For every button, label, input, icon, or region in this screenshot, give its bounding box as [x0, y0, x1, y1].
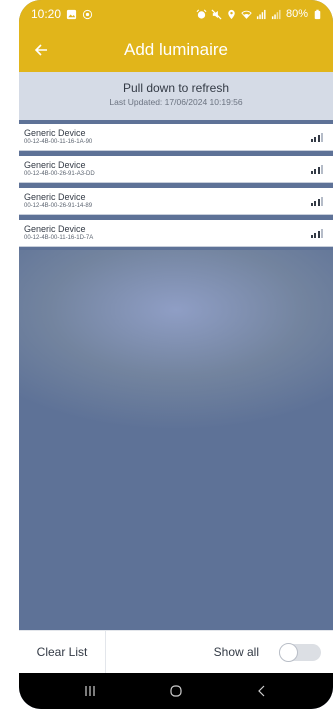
signal-bar: [310, 234, 313, 238]
device-address: 00-12-4B-00-26-91-A3-DD: [24, 171, 95, 177]
gallery-icon: [66, 9, 77, 19]
show-all-toggle[interactable]: [279, 642, 321, 662]
device-text: Generic Device 00-12-4B-00-11-16-1D-7A: [24, 224, 311, 242]
chevron-left-icon: [258, 685, 265, 697]
status-time: 10:20: [31, 7, 62, 21]
signal-strength-icon: [310, 228, 323, 238]
signal-bar: [314, 168, 316, 174]
device-text: Generic Device 00-12-4B-00-26-91-14-89: [24, 192, 311, 210]
signal-bar: [310, 170, 313, 174]
signal-bar: [321, 196, 323, 206]
last-updated-text: Last Updated: 17/06/2024 10:19:56: [109, 97, 243, 107]
signal-strength-icon: [310, 164, 323, 174]
signal-icon: [256, 9, 266, 19]
status-bar: 10:20 80%: [19, 0, 333, 28]
device-row[interactable]: Generic Device 00-12-4B-00-26-91-A3-DD: [19, 156, 333, 183]
signal-bar: [314, 232, 316, 238]
device-row[interactable]: Generic Device 00-12-4B-00-26-91-14-89: [19, 188, 333, 215]
home-icon: [170, 685, 182, 697]
battery-percent: 80%: [285, 8, 308, 20]
signal-strength-icon: [310, 132, 323, 142]
device-text: Generic Device 00-12-4B-00-11-16-1A-90: [24, 128, 311, 146]
signal-bar: [310, 202, 313, 206]
home-button[interactable]: [156, 677, 196, 705]
device-address: 00-12-4B-00-11-16-1D-7A: [24, 235, 94, 241]
recent-apps-icon: [85, 686, 95, 696]
back-button[interactable]: [19, 28, 63, 72]
phone-screen: 10:20 80% Add luminaire Pull down to ref…: [19, 0, 333, 709]
refresh-banner[interactable]: Pull down to refresh Last Updated: 17/06…: [19, 72, 333, 120]
device-list: Generic Device 00-12-4B-00-11-16-1A-90 Gen…: [19, 124, 333, 252]
device-text: Generic Device 00-12-4B-00-26-91-A3-DD: [24, 160, 311, 178]
signal-bar: [317, 230, 320, 238]
signal-icon-secondary: [271, 9, 281, 19]
clear-list-button[interactable]: Clear List: [19, 631, 106, 673]
system-nav-bar: [19, 673, 333, 709]
location-icon: [228, 9, 235, 19]
signal-bar: [310, 138, 313, 142]
signal-bar: [317, 134, 320, 142]
device-address: 00-12-4B-00-26-91-14-89: [24, 203, 93, 209]
device-row[interactable]: Generic Device 00-12-4B-00-11-16-1D-7A: [19, 220, 333, 247]
arrow-left-icon: [34, 44, 47, 56]
signal-bar: [321, 164, 323, 174]
signal-bar: [314, 136, 316, 142]
refresh-title: Pull down to refresh: [122, 81, 230, 95]
back-nav-button[interactable]: [242, 677, 282, 705]
signal-bar: [321, 228, 323, 238]
device-name: Generic Device: [24, 160, 86, 170]
signal-bar: [317, 166, 320, 174]
device-name: Generic Device: [24, 192, 86, 202]
signal-strength-icon: [310, 196, 323, 206]
page-title: Add luminaire: [124, 40, 228, 59]
signal-bar: [321, 132, 323, 142]
signal-bar: [314, 200, 316, 206]
bottom-bar: Clear List Show all: [19, 630, 333, 673]
record-icon: [82, 9, 93, 19]
alarm-icon: [196, 9, 207, 19]
mute-icon: [211, 8, 222, 20]
device-name: Generic Device: [24, 128, 86, 138]
background-glow: [19, 250, 333, 510]
app-bar: Add luminaire: [19, 28, 333, 72]
toggle-knob: [279, 642, 298, 662]
show-all-label: Show all: [213, 645, 259, 659]
signal-bar: [317, 198, 320, 206]
recent-apps-button[interactable]: [70, 677, 110, 705]
device-address: 00-12-4B-00-11-16-1A-90: [24, 139, 93, 145]
wifi-icon: [241, 10, 252, 19]
battery-icon: [314, 9, 321, 19]
device-name: Generic Device: [24, 224, 86, 234]
device-row[interactable]: Generic Device 00-12-4B-00-11-16-1A-90: [19, 124, 333, 151]
